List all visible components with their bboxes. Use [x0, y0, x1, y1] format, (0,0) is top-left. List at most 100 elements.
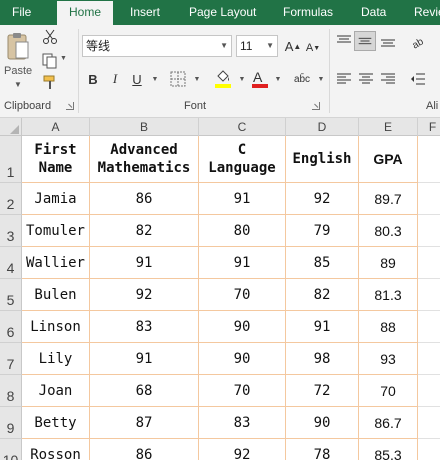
cell-c-language[interactable]: 83	[199, 407, 286, 439]
cell-first-name[interactable]: Bulen	[22, 279, 90, 311]
cell-first-name[interactable]: Joan	[22, 375, 90, 407]
copy-icon[interactable]	[42, 53, 58, 69]
cell-advanced-mathematics[interactable]: 82	[90, 215, 199, 247]
cell-c-language[interactable]: 90	[199, 311, 286, 343]
row-header-6[interactable]: 6	[0, 311, 22, 343]
cell-advanced-mathematics[interactable]: 87	[90, 407, 199, 439]
font-name-select[interactable]: 等线 ▼	[82, 35, 232, 57]
italic-icon[interactable]: I	[106, 69, 124, 89]
underline-icon[interactable]: U	[128, 69, 146, 89]
header-cell-c-language[interactable]: C Language	[199, 136, 286, 183]
cell-advanced-mathematics[interactable]: 91	[90, 247, 199, 279]
fill-color-button[interactable]	[213, 69, 233, 91]
borders-icon[interactable]	[170, 71, 186, 87]
cell-c-language[interactable]: 70	[199, 279, 286, 311]
cell-c-language[interactable]: 91	[199, 247, 286, 279]
decrease-font-size-icon[interactable]: A ▼	[304, 39, 322, 57]
tab-insert[interactable]: Insert	[130, 0, 160, 25]
cell-empty[interactable]	[418, 279, 440, 311]
cell-c-language[interactable]: 70	[199, 375, 286, 407]
cell-empty[interactable]	[418, 343, 440, 375]
cell-gpa[interactable]: 80.3	[359, 215, 418, 247]
align-right-icon[interactable]	[380, 71, 396, 87]
cell-english[interactable]: 79	[286, 215, 359, 247]
cell-empty[interactable]	[418, 215, 440, 247]
column-header-f[interactable]: F	[418, 118, 440, 136]
cell-english[interactable]: 92	[286, 183, 359, 215]
align-left-icon[interactable]	[336, 71, 352, 87]
bold-icon[interactable]: B	[84, 69, 102, 89]
cell-gpa[interactable]: 86.7	[359, 407, 418, 439]
cell-english[interactable]: 72	[286, 375, 359, 407]
cell-gpa[interactable]: 70	[359, 375, 418, 407]
header-cell-first-name[interactable]: First Name	[22, 136, 90, 183]
font-color-button[interactable]: A	[250, 69, 270, 91]
tab-review[interactable]: Revie	[414, 0, 440, 25]
align-bottom-icon[interactable]	[380, 33, 396, 49]
cell-english[interactable]: 82	[286, 279, 359, 311]
cell-english[interactable]: 90	[286, 407, 359, 439]
column-header-c[interactable]: C	[199, 118, 286, 136]
cell-first-name[interactable]: Wallier	[22, 247, 90, 279]
underline-dropdown-icon[interactable]: ▼	[146, 69, 164, 89]
tab-data[interactable]: Data	[361, 0, 386, 25]
cell-empty[interactable]	[418, 247, 440, 279]
align-middle-icon[interactable]	[354, 31, 376, 51]
font-dialog-launcher-icon[interactable]	[312, 102, 320, 110]
font-size-select[interactable]: 11 ▼	[236, 35, 278, 57]
cell-advanced-mathematics[interactable]: 86	[90, 439, 199, 460]
row-header-10[interactable]: 10	[0, 439, 22, 460]
clipboard-dialog-launcher-icon[interactable]	[66, 102, 74, 110]
tab-file[interactable]: File	[12, 0, 31, 25]
increase-font-size-icon[interactable]: A ▲	[284, 37, 302, 55]
cell-empty[interactable]	[418, 375, 440, 407]
scissors-icon[interactable]	[42, 29, 58, 45]
cell-empty[interactable]	[418, 183, 440, 215]
column-header-e[interactable]: E	[359, 118, 418, 136]
header-cell-advanced-mathematics[interactable]: Advanced Mathematics	[90, 136, 199, 183]
row-header-5[interactable]: 5	[0, 279, 22, 311]
cell-first-name[interactable]: Lily	[22, 343, 90, 375]
tab-page-layout[interactable]: Page Layout	[189, 0, 256, 25]
select-all-button[interactable]	[0, 118, 22, 136]
phonetic-guide-icon[interactable]: ab̄c	[292, 69, 312, 89]
phonetic-dropdown-icon[interactable]: ▼	[312, 69, 330, 89]
header-cell-english[interactable]: English	[286, 136, 359, 183]
tab-home[interactable]: Home	[57, 1, 114, 25]
row-header-4[interactable]: 4	[0, 247, 22, 279]
row-header-3[interactable]: 3	[0, 215, 22, 247]
cell-advanced-mathematics[interactable]: 68	[90, 375, 199, 407]
cell-empty[interactable]	[418, 439, 440, 460]
cell-advanced-mathematics[interactable]: 83	[90, 311, 199, 343]
copy-dropdown-icon[interactable]: ▼	[60, 55, 67, 62]
orientation-icon[interactable]: ab	[410, 33, 426, 49]
cell-c-language[interactable]: 91	[199, 183, 286, 215]
cell-gpa[interactable]: 93	[359, 343, 418, 375]
cell-gpa[interactable]: 81.3	[359, 279, 418, 311]
cell-english[interactable]: 85	[286, 247, 359, 279]
row-header-2[interactable]: 2	[0, 183, 22, 215]
cell-empty[interactable]	[418, 311, 440, 343]
decrease-indent-icon[interactable]	[410, 71, 426, 87]
cell-empty[interactable]	[418, 407, 440, 439]
row-header-9[interactable]: 9	[0, 407, 22, 439]
tab-formulas[interactable]: Formulas	[283, 0, 333, 25]
cell-advanced-mathematics[interactable]: 86	[90, 183, 199, 215]
column-header-d[interactable]: D	[286, 118, 359, 136]
column-header-a[interactable]: A	[22, 118, 90, 136]
cell-english[interactable]: 98	[286, 343, 359, 375]
cell-advanced-mathematics[interactable]: 91	[90, 343, 199, 375]
cell-first-name[interactable]: Betty	[22, 407, 90, 439]
fill-color-dropdown-icon[interactable]: ▼	[233, 69, 251, 89]
cell-gpa[interactable]: 85.3	[359, 439, 418, 460]
align-top-icon[interactable]	[336, 33, 352, 49]
row-header-1[interactable]: 1	[0, 136, 22, 183]
cell-gpa[interactable]: 89.7	[359, 183, 418, 215]
row-header-8[interactable]: 8	[0, 375, 22, 407]
cell-c-language[interactable]: 80	[199, 215, 286, 247]
cell-c-language[interactable]: 92	[199, 439, 286, 460]
cell-c-language[interactable]: 90	[199, 343, 286, 375]
borders-dropdown-icon[interactable]: ▼	[188, 69, 206, 89]
cell-advanced-mathematics[interactable]: 92	[90, 279, 199, 311]
cell-english[interactable]: 78	[286, 439, 359, 460]
